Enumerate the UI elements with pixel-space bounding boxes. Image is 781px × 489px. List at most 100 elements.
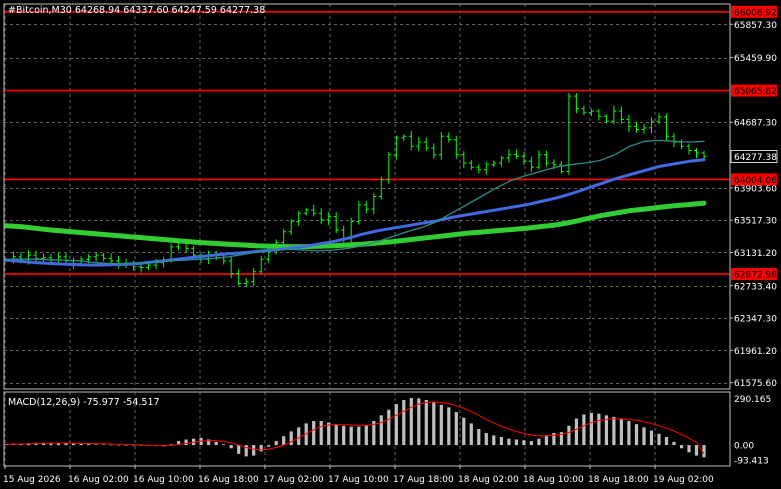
macd-histogram-bar [664,437,669,445]
macd-histogram-bar [694,445,699,456]
time-tick-label: 18 Aug 02:00 [458,475,519,485]
macd-histogram-bar [657,433,661,446]
macd-histogram-bar [687,445,691,453]
macd-histogram-bar [357,426,361,446]
macd-histogram-bar [222,444,226,446]
time-tick-label: 16 Aug 18:00 [198,475,259,485]
macd-histogram-bar [462,417,466,445]
macd-histogram-bar [612,416,616,446]
macd-histogram-bar [289,431,293,446]
price-tick-label: 63517.30 [734,217,777,227]
macd-histogram-bar [267,445,271,447]
macd-histogram-bar [229,445,233,449]
level-price-label: 66006.92 [734,8,777,18]
macd-histogram-bar [649,430,654,446]
price-tick-label: 62733.40 [734,282,777,292]
macd-histogram-bar [537,438,541,446]
macd-histogram-bar [259,445,263,452]
macd-histogram-bar [109,444,113,446]
macd-histogram-bar [79,443,83,446]
current-price-label: 64277.38 [734,153,777,163]
macd-histogram-bar [634,424,639,446]
price-tick-label: 64687.30 [734,119,777,129]
macd-histogram-bar [679,445,684,449]
macd-histogram-bar [582,414,586,446]
macd-histogram-bar [102,444,106,446]
time-tick-label: 17 Aug 10:00 [328,475,389,485]
macd-histogram-bar [379,415,383,446]
macd-histogram-bar [702,445,706,458]
macd-histogram-bar [312,421,316,446]
trading-chart: 65857.3065459.9064687.3063903.6063517.30… [0,0,781,489]
macd-histogram-bar [319,421,323,446]
macd-histogram-bar [402,400,406,445]
macd-histogram-bar [132,445,136,446]
macd-histogram-bar [619,418,623,445]
macd-histogram-bar [237,445,241,454]
macd-histogram-bar [642,427,646,446]
level-price-label: 64004.06 [734,176,777,186]
time-tick-label: 16 Aug 10:00 [133,475,194,485]
price-tick-label: 63131.20 [734,249,777,259]
macd-histogram-bar [409,398,413,446]
level-price-label: 62872.98 [734,271,777,281]
macd-histogram-bar [627,421,631,446]
macd-tick-label: 290.165 [734,395,771,405]
time-tick-label: 18 Aug 10:00 [523,475,584,485]
time-tick-label: 19 Aug 02:00 [653,475,714,485]
macd-histogram-bar [492,435,496,446]
macd-histogram-bar [334,424,338,446]
macd-histogram-bar [364,425,368,446]
macd-histogram-bar [349,426,353,446]
macd-histogram-bar [469,423,473,446]
price-tick-label: 65459.90 [734,54,777,64]
macd-histogram-bar [499,437,503,445]
macd-histogram-bar [567,425,571,446]
macd-histogram-bar [544,435,548,446]
price-tick-label: 61575.60 [734,379,777,389]
time-tick-label: 15 Aug 2026 [3,475,61,485]
macd-histogram-bar [522,440,526,446]
macd-histogram-bar [484,433,488,446]
macd-label: MACD(12,26,9) -75.977 -54.517 [8,397,160,408]
symbol-info: #Bitcoin,M30 64268.94 64337.60 64247.59 … [8,5,265,16]
macd-histogram-bar [87,444,91,446]
macd-tick-label: 0.00 [734,442,754,452]
macd-histogram-bar [214,441,218,446]
macd-histogram-bar [124,445,128,446]
macd-histogram-bar [282,436,286,445]
macd-histogram-bar [447,407,451,446]
macd-histogram-bar [597,413,601,446]
macd-histogram-bar [507,438,511,446]
time-tick-label: 17 Aug 18:00 [393,475,454,485]
price-tick-label: 65857.30 [734,21,777,31]
macd-tick-label: -93.413 [734,457,769,467]
time-tick-label: 16 Aug 02:00 [68,475,129,485]
chart-background [0,0,781,489]
time-tick-label: 17 Aug 02:00 [263,475,324,485]
macd-histogram-bar [387,409,391,446]
macd-histogram-bar [589,412,593,446]
price-tick-label: 62347.30 [734,315,777,325]
macd-histogram-bar [394,404,398,446]
macd-histogram-bar [71,443,76,446]
macd-histogram-bar [274,441,278,446]
macd-histogram-bar [417,398,421,446]
price-tick-label: 61961.20 [734,347,777,357]
macd-histogram-bar [252,445,256,456]
macd-histogram-bar [94,444,98,445]
macd-histogram-bar [297,427,301,446]
macd-histogram-bar [672,441,676,446]
macd-histogram-bar [439,404,443,446]
macd-histogram-bar [514,439,518,446]
macd-histogram-bar [184,439,188,446]
macd-histogram-bar [454,412,458,446]
time-tick-label: 18 Aug 18:00 [588,475,649,485]
macd-histogram-bar [529,441,533,446]
macd-histogram-bar [327,422,331,446]
macd-histogram-bar [117,444,121,446]
macd-histogram-bar [342,425,346,446]
macd-histogram-bar [574,418,578,445]
macd-histogram-bar [424,400,428,445]
level-price-label: 65065.82 [734,87,777,97]
